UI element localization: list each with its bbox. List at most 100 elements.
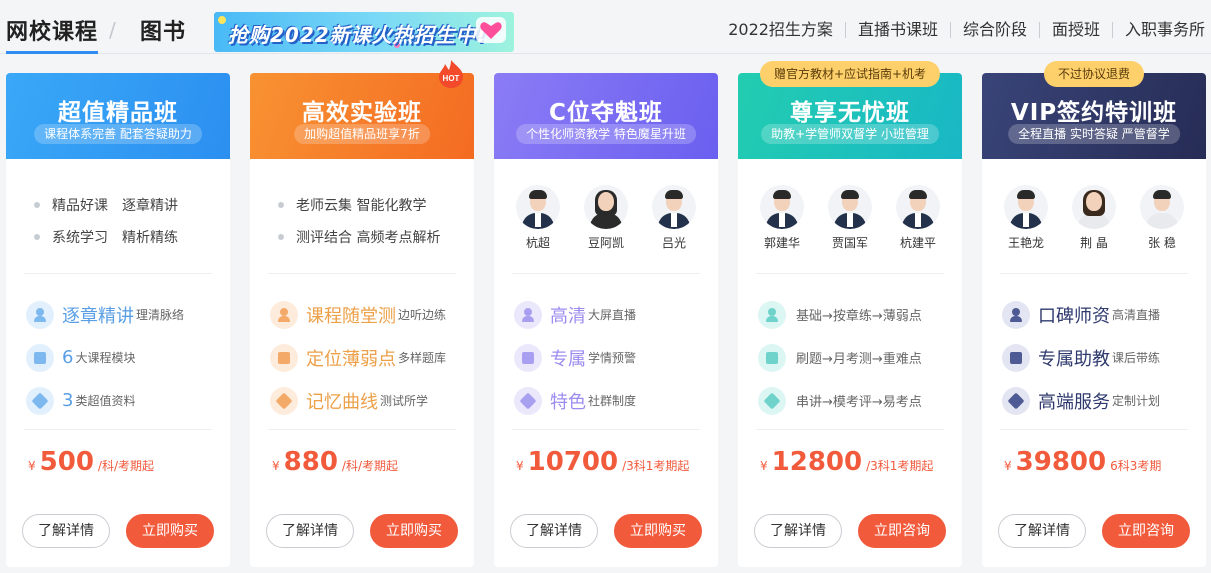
price: ¥ 39800 6科3考期 xyxy=(1004,447,1161,477)
benefit-note: 大课程模块 xyxy=(75,351,136,365)
benefit-item: 6 大课程模块 xyxy=(26,336,220,379)
nav-item-face-to-face[interactable]: 面授班 xyxy=(1038,22,1112,38)
benefit-main: 3 xyxy=(62,390,74,411)
heart-icon xyxy=(26,386,54,415)
benefit-main: 特色 xyxy=(550,391,586,413)
benefit-note: 多样题库 xyxy=(398,351,447,365)
divider xyxy=(268,429,456,430)
book-icon xyxy=(758,343,786,372)
person-icon xyxy=(514,300,542,329)
price-unit: /科/考期起 xyxy=(97,459,155,473)
tab-separator: / xyxy=(109,18,116,42)
price-value: 12800 xyxy=(771,447,863,477)
course-card: 赠官方教材+应试指南+机考 尊享无忧班 助教+学管师双督学 小班管理 郭建华 贾… xyxy=(738,61,962,567)
price-unit: /3科1考期起 xyxy=(866,459,934,473)
top-bar: 网校课程 / 图书 抢购2022新课火热招生中! 2022招生方案 直播书课班 … xyxy=(0,0,1211,54)
heart-icon xyxy=(476,17,506,43)
hot-badge-text: HOT xyxy=(443,74,460,83)
details-button[interactable]: 了解详情 xyxy=(998,514,1086,548)
buy-button[interactable]: 立即购买 xyxy=(614,514,702,548)
nav-item-comprehensive-stage[interactable]: 综合阶段 xyxy=(949,22,1039,38)
teacher[interactable]: 张 稳 xyxy=(1132,185,1192,251)
benefit-note: 类超值资料 xyxy=(75,394,136,408)
person-icon xyxy=(270,300,298,329)
details-button[interactable]: 了解详情 xyxy=(754,514,842,548)
person-icon xyxy=(1002,300,1030,329)
teacher[interactable]: 荆 晶 xyxy=(1064,185,1124,251)
benefit-item: 记忆曲线 测试所学 xyxy=(270,379,464,422)
price-unit: /3科1考期起 xyxy=(622,459,690,473)
benefit-note: 定制计划 xyxy=(1112,394,1161,408)
price-value: 10700 xyxy=(527,447,619,477)
benefit-main: 定位薄弱点 xyxy=(306,348,396,370)
feature-text: 精析精练 xyxy=(122,230,178,246)
avatar xyxy=(584,185,628,229)
divider xyxy=(24,273,212,274)
benefit-main: 记忆曲线 xyxy=(306,391,378,413)
benefit-item: 高端服务 定制计划 xyxy=(1002,379,1196,422)
book-icon xyxy=(26,343,54,372)
card-header: 高效实验班 加购超值精品班享7折 HOT xyxy=(250,60,474,159)
price-unit: 6科3考期 xyxy=(1110,459,1162,473)
benefit-item: 课程随堂测 边听边练 xyxy=(270,293,464,336)
benefit-main: 高端服务 xyxy=(1038,391,1110,413)
teacher-name: 张 稳 xyxy=(1148,236,1176,250)
benefit-note: 高清直播 xyxy=(1112,308,1161,322)
details-button[interactable]: 了解详情 xyxy=(266,514,354,548)
book-icon xyxy=(270,343,298,372)
benefit-main: 高清 xyxy=(550,305,586,327)
benefit-item: 刷题→月考测→重难点 xyxy=(758,336,952,379)
card-subtitle: 助教+学管师双督学 小班管理 xyxy=(761,124,939,144)
teacher-name: 豆阿凯 xyxy=(587,236,624,250)
benefit-item: 基础→按章练→薄弱点 xyxy=(758,293,952,336)
heart-icon xyxy=(514,386,542,415)
book-icon xyxy=(1002,343,1030,372)
benefit-main: 课程随堂测 xyxy=(306,305,396,327)
benefit-item: 特色 社群制度 xyxy=(514,379,708,422)
teacher[interactable]: 贾国军 xyxy=(820,185,880,251)
person-icon xyxy=(758,300,786,329)
avatar xyxy=(1004,185,1048,229)
benefit-main: 口碑师资 xyxy=(1038,305,1110,327)
price-currency: ¥ xyxy=(1004,459,1012,473)
teacher[interactable]: 郭建华 xyxy=(752,185,812,251)
benefit-list: 高清 大屏直播 专属 学情预警 特色 社群制度 xyxy=(514,293,708,422)
benefit-note: 社群制度 xyxy=(588,394,637,408)
teacher-name: 荆 晶 xyxy=(1080,236,1108,250)
bullet-icon xyxy=(278,202,284,208)
nav-item-accounting-firm[interactable]: 入职事务所 xyxy=(1111,22,1211,38)
heart-icon xyxy=(1002,386,1030,415)
details-button[interactable]: 了解详情 xyxy=(22,514,110,548)
teacher[interactable]: 杭建平 xyxy=(888,185,948,251)
tab-online-courses[interactable]: 网校课程 xyxy=(6,14,99,54)
price-unit: /科/考期起 xyxy=(341,459,399,473)
teacher[interactable]: 吕光 xyxy=(644,185,704,251)
teacher[interactable]: 王艳龙 xyxy=(996,185,1056,251)
teacher-list: 郭建华 贾国军 杭建平 xyxy=(752,185,948,251)
feature-list: 老师云集 智能化教学 测评结合 高频考点解析 xyxy=(278,189,440,253)
consult-button[interactable]: 立即咨询 xyxy=(858,514,946,548)
promo-banner[interactable]: 抢购2022新课火热招生中! xyxy=(214,12,514,52)
buy-button[interactable]: 立即购买 xyxy=(370,514,458,548)
avatar xyxy=(896,185,940,229)
details-button[interactable]: 了解详情 xyxy=(510,514,598,548)
nav-item-enrollment-plan[interactable]: 2022招生方案 xyxy=(716,22,845,38)
teacher[interactable]: 豆阿凯 xyxy=(576,185,636,251)
avatar xyxy=(652,185,696,229)
benefit-note: 边听边练 xyxy=(398,308,447,322)
bullet-icon xyxy=(34,202,40,208)
teacher[interactable]: 杭超 xyxy=(508,185,568,251)
benefit-note: 大屏直播 xyxy=(588,308,637,322)
buy-button[interactable]: 立即购买 xyxy=(126,514,214,548)
banner-dot-icon xyxy=(218,16,226,24)
tab-books[interactable]: 图书 xyxy=(140,14,186,46)
consult-button[interactable]: 立即咨询 xyxy=(1102,514,1190,548)
course-card: 不过协议退费 VIP签约特训班 全程直播 实时答疑 严管督学 王艳龙 荆 晶 张… xyxy=(982,61,1206,567)
feature-item: 精品好课 逐章精讲 xyxy=(34,189,178,221)
nav-item-live-book-class[interactable]: 直播书课班 xyxy=(844,22,950,38)
divider xyxy=(1000,429,1188,430)
benefit-main: 6 xyxy=(62,347,74,368)
divider xyxy=(756,429,944,430)
benefit-item: 口碑师资 高清直播 xyxy=(1002,293,1196,336)
benefit-item: 专属助教 课后带练 xyxy=(1002,336,1196,379)
